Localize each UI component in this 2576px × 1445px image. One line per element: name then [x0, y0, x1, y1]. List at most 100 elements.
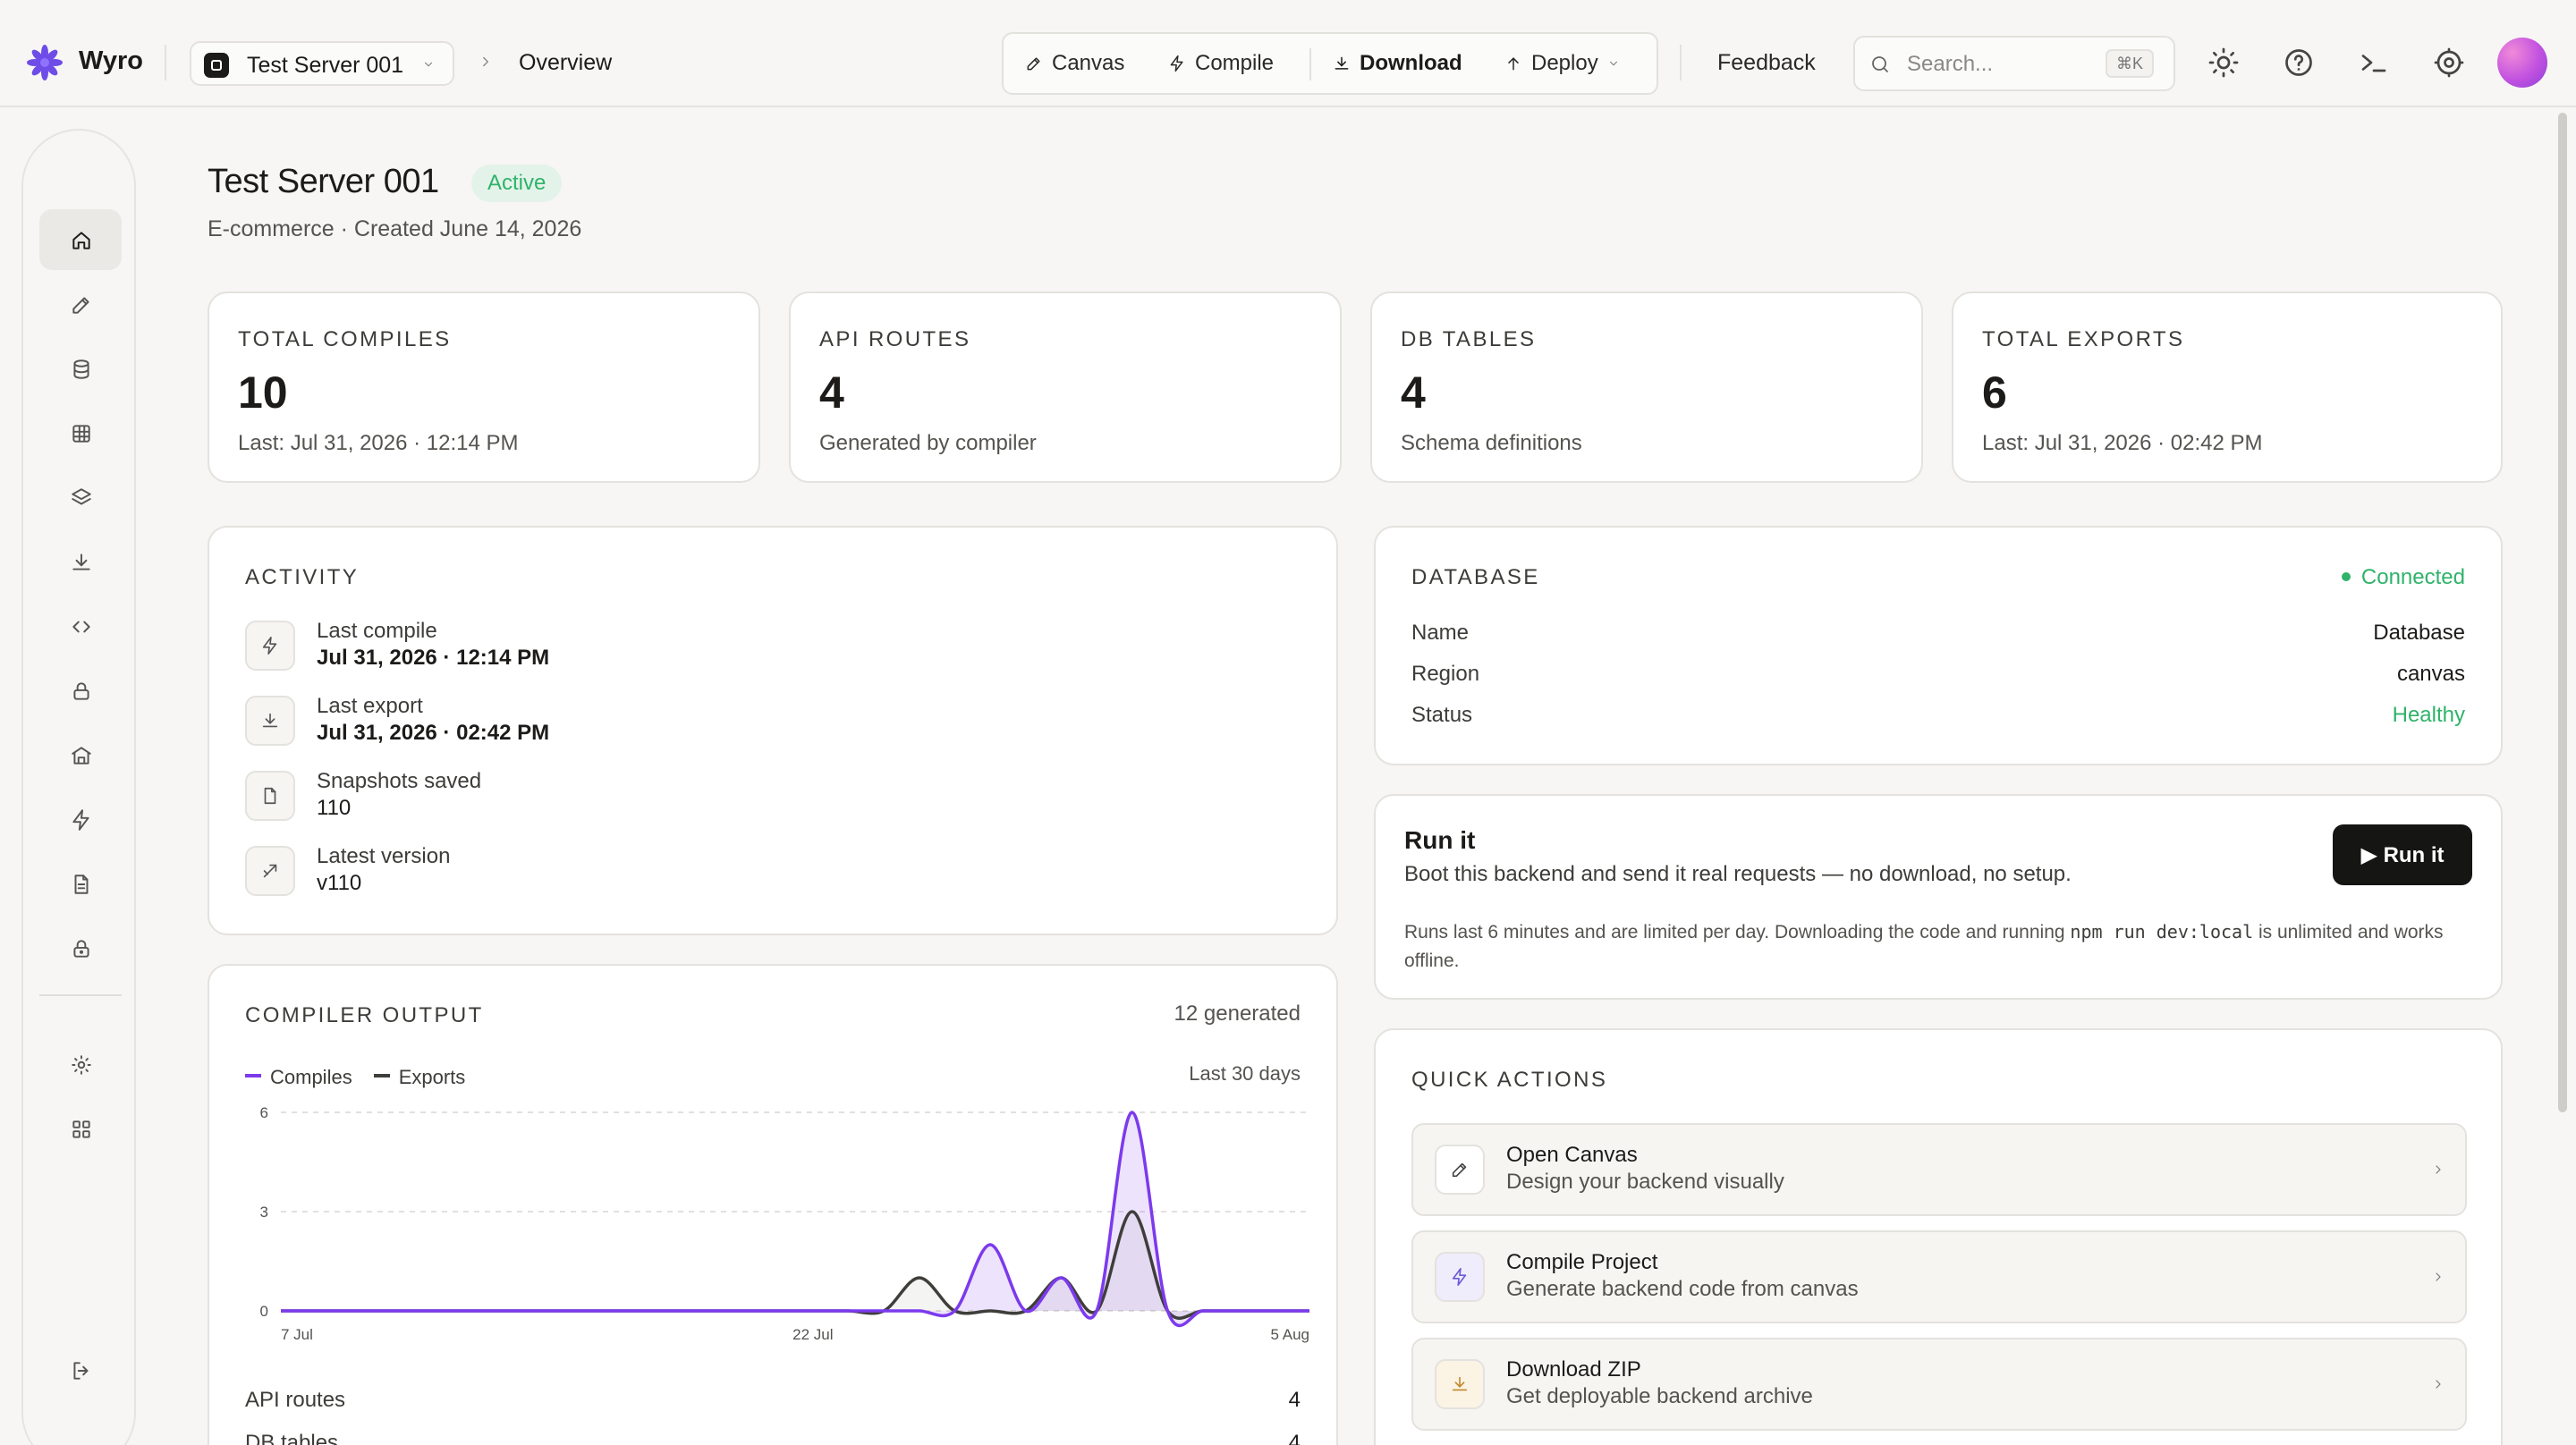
settings-icon	[70, 1053, 93, 1077]
stat-subtext: Last: Jul 31, 2026 · 02:42 PM	[1982, 431, 2263, 455]
download-icon	[70, 551, 93, 574]
help-icon[interactable]	[2283, 46, 2315, 79]
chevron-down-icon	[422, 58, 435, 71]
stat-card-api-routes: API ROUTES 4 Generated by compiler	[789, 292, 1342, 483]
sidebar-item-logout[interactable]	[39, 1339, 122, 1400]
quick-action-subtitle: Design your backend visually	[1506, 1170, 1784, 1194]
divider	[165, 45, 166, 80]
search-placeholder: Search...	[1907, 52, 1994, 76]
chevron-down-icon	[1607, 57, 1620, 70]
lock-icon	[70, 680, 93, 703]
terminal-icon[interactable]	[2358, 46, 2390, 79]
chevron-right-icon	[2431, 1162, 2445, 1177]
chart-legend: Compiles Exports	[245, 1066, 465, 1089]
run-description: Boot this backend and send it real reque…	[1404, 862, 2072, 886]
stat-value: 4	[819, 368, 844, 418]
output-key: DB tables	[245, 1431, 339, 1445]
deploy-button[interactable]: Deploy	[1504, 34, 1620, 93]
sidebar-item-canvas[interactable]	[39, 274, 122, 334]
app-name: Wyro	[79, 46, 143, 75]
bolt-icon	[1435, 1252, 1485, 1302]
database-card: DATABASE Connected Name Database Region …	[1374, 526, 2503, 765]
sidebar-item-download[interactable]	[39, 531, 122, 592]
download-button[interactable]: Download	[1333, 34, 1462, 93]
output-row: DB tables 4	[245, 1431, 1301, 1445]
sidebar-item-tables[interactable]	[39, 402, 122, 463]
database-value: canvas	[2396, 662, 2465, 686]
canvas-button[interactable]: Canvas	[1025, 34, 1124, 93]
project-selector[interactable]: Test Server 001	[190, 41, 454, 86]
sidebar-item-deploy[interactable]	[39, 724, 122, 785]
page-scrollbar[interactable]	[2558, 113, 2567, 1112]
merge-icon	[245, 846, 295, 896]
bolt-icon	[1168, 55, 1186, 72]
stat-card-total-exports: TOTAL EXPORTS 6 Last: Jul 31, 2026 · 02:…	[1952, 292, 2503, 483]
stat-value: 10	[238, 368, 288, 418]
quick-action-download-zip[interactable]: Download ZIP Get deployable backend arch…	[1411, 1338, 2467, 1431]
compile-button[interactable]: Compile	[1168, 34, 1274, 93]
table-icon	[70, 422, 93, 445]
quick-action-open-canvas[interactable]: Open Canvas Design your backend visually	[1411, 1123, 2467, 1216]
database-title: DATABASE	[1411, 565, 1540, 589]
quick-action-compile-project[interactable]: Compile Project Generate backend code fr…	[1411, 1230, 2467, 1323]
compiler-output-title: COMPILER OUTPUT	[245, 1003, 484, 1027]
stat-card-db-tables: DB TABLES 4 Schema definitions	[1370, 292, 1923, 483]
run-note: Runs last 6 minutes and are limited per …	[1404, 921, 2444, 971]
database-key: Region	[1411, 662, 1480, 686]
code-icon	[70, 615, 93, 638]
chevron-right-icon	[2431, 1377, 2445, 1391]
output-key: API routes	[245, 1388, 346, 1412]
x-tick-label: 7 Jul	[281, 1326, 313, 1343]
sidebar-item-apps[interactable]	[39, 1098, 122, 1159]
download-icon	[1435, 1359, 1485, 1409]
sidebar-item-events[interactable]	[39, 789, 122, 849]
document-icon	[70, 873, 93, 896]
activity-value: Jul 31, 2026 · 12:14 PM	[317, 646, 550, 670]
sidebar-item-lock[interactable]	[39, 660, 122, 721]
bolt-icon	[70, 808, 93, 832]
logout-icon	[70, 1359, 93, 1382]
target-settings-icon[interactable]	[2433, 46, 2465, 79]
quick-action-title: Download ZIP	[1506, 1357, 1641, 1382]
activity-label: Last export	[317, 694, 423, 718]
feedback-button[interactable]: Feedback	[1717, 50, 1816, 76]
run-it-button[interactable]: ▶ Run it	[2333, 824, 2472, 885]
sidebar-item-security[interactable]	[39, 917, 122, 978]
file-icon	[245, 771, 295, 821]
legend-item-exports: Exports	[373, 1066, 465, 1089]
grid-icon	[70, 1118, 93, 1141]
sidebar-item-settings[interactable]	[39, 1034, 122, 1094]
search-input[interactable]: Search... ⌘K	[1853, 36, 2175, 91]
output-row: API routes 4	[245, 1388, 1301, 1413]
compiler-output-card: COMPILER OUTPUT 12 generated Compiles Ex…	[208, 964, 1338, 1445]
legend-label: Compiles	[270, 1066, 352, 1088]
database-key: Name	[1411, 621, 1470, 645]
sidebar-item-docs[interactable]	[39, 853, 122, 914]
stat-label: DB TABLES	[1401, 327, 1537, 351]
toolbar-divider	[1309, 48, 1311, 80]
database-icon	[70, 358, 93, 381]
chart-range: Last 30 days	[1189, 1062, 1301, 1085]
sidebar-item-home[interactable]	[39, 209, 122, 270]
database-value: Healthy	[2392, 703, 2465, 727]
activity-value: 110	[317, 796, 352, 820]
stat-value: 4	[1401, 368, 1426, 418]
stat-label: TOTAL COMPILES	[238, 327, 452, 351]
sidebar	[21, 129, 136, 1445]
pencil-icon	[70, 293, 93, 317]
chevron-right-icon	[2431, 1270, 2445, 1284]
legend-item-compiles: Compiles	[245, 1066, 352, 1089]
search-icon	[1869, 54, 1891, 75]
database-value: Database	[2373, 621, 2465, 645]
search-shortcut: ⌘K	[2106, 49, 2155, 78]
run-it-card: Run it Boot this backend and send it rea…	[1374, 794, 2503, 1000]
wyro-logo-icon[interactable]	[27, 45, 63, 80]
page-subtitle: E-commerce · Created June 14, 2026	[208, 216, 582, 241]
home-icon	[70, 229, 93, 252]
sidebar-item-code[interactable]	[39, 596, 122, 656]
sidebar-item-layers[interactable]	[39, 467, 122, 528]
user-avatar[interactable]	[2497, 38, 2547, 88]
theme-toggle-sun-icon[interactable]	[2207, 46, 2240, 79]
activity-value: Jul 31, 2026 · 02:42 PM	[317, 721, 550, 745]
sidebar-item-database[interactable]	[39, 338, 122, 399]
